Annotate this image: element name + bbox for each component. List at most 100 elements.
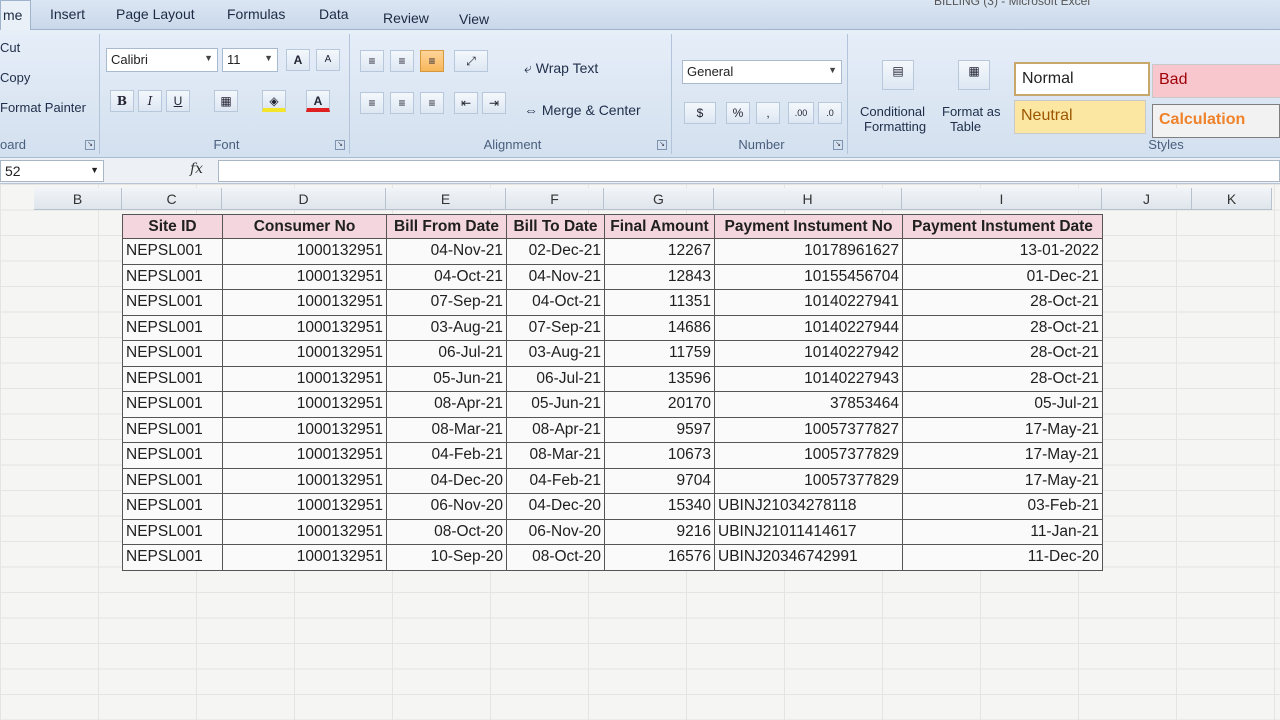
table-cell[interactable]: 28-Oct-21 bbox=[902, 289, 1103, 316]
table-cell[interactable]: 1000132951 bbox=[222, 340, 387, 367]
table-cell[interactable]: 9704 bbox=[604, 467, 715, 494]
borders-icon[interactable]: ▦ bbox=[214, 90, 238, 112]
table-cell[interactable]: 05-Jun-21 bbox=[386, 365, 507, 392]
table-cell[interactable]: NEPSL001 bbox=[122, 314, 223, 341]
table-cell[interactable]: 1000132951 bbox=[222, 365, 387, 392]
table-cell[interactable]: 10-Sep-20 bbox=[386, 544, 507, 571]
table-cell[interactable]: 37853464 bbox=[714, 391, 903, 418]
table-cell[interactable]: 1000132951 bbox=[222, 442, 387, 469]
table-cell[interactable]: 06-Nov-20 bbox=[386, 493, 507, 520]
table-cell[interactable]: NEPSL001 bbox=[122, 289, 223, 316]
wrap-text-button[interactable]: ⤶ Wrap Text bbox=[524, 60, 598, 77]
cut-button[interactable]: Cut bbox=[0, 40, 20, 55]
header-cell[interactable]: Site ID bbox=[122, 214, 223, 239]
header-cell[interactable]: Bill To Date bbox=[506, 214, 605, 239]
table-cell[interactable]: 11-Jan-21 bbox=[902, 518, 1103, 545]
table-cell[interactable]: NEPSL001 bbox=[122, 467, 223, 494]
tab-page-layout[interactable]: Page Layout bbox=[116, 6, 195, 22]
table-cell[interactable]: 9216 bbox=[604, 518, 715, 545]
table-cell[interactable]: 10673 bbox=[604, 442, 715, 469]
table-cell[interactable]: 16576 bbox=[604, 544, 715, 571]
table-cell[interactable]: 04-Feb-21 bbox=[386, 442, 507, 469]
table-cell[interactable]: 08-Mar-21 bbox=[506, 442, 605, 469]
table-cell[interactable]: 11759 bbox=[604, 340, 715, 367]
column-header-b[interactable]: B bbox=[34, 188, 122, 210]
table-cell[interactable]: 06-Nov-20 bbox=[506, 518, 605, 545]
header-cell[interactable]: Final Amount bbox=[604, 214, 715, 239]
table-cell[interactable]: 11-Dec-20 bbox=[902, 544, 1103, 571]
column-header-j[interactable]: J bbox=[1102, 188, 1192, 210]
table-cell[interactable]: 28-Oct-21 bbox=[902, 340, 1103, 367]
table-cell[interactable]: 1000132951 bbox=[222, 416, 387, 443]
header-cell[interactable]: Payment Instument Date bbox=[902, 214, 1103, 239]
table-cell[interactable]: NEPSL001 bbox=[122, 365, 223, 392]
table-cell[interactable]: NEPSL001 bbox=[122, 340, 223, 367]
merge-center-button[interactable]: ⇔ Merge & Center bbox=[524, 102, 641, 118]
table-cell[interactable]: 13-01-2022 bbox=[902, 238, 1103, 265]
table-cell[interactable]: 04-Nov-21 bbox=[386, 238, 507, 265]
table-cell[interactable]: NEPSL001 bbox=[122, 518, 223, 545]
table-cell[interactable]: 10057377829 bbox=[714, 442, 903, 469]
table-cell[interactable]: 03-Feb-21 bbox=[902, 493, 1103, 520]
copy-button[interactable]: Copy bbox=[0, 70, 30, 85]
table-cell[interactable]: 10140227943 bbox=[714, 365, 903, 392]
table-cell[interactable]: 04-Dec-20 bbox=[386, 467, 507, 494]
column-header-e[interactable]: E bbox=[386, 188, 506, 210]
fill-color-icon[interactable]: ◈ bbox=[262, 90, 286, 112]
table-cell[interactable]: 10140227942 bbox=[714, 340, 903, 367]
table-cell[interactable]: 04-Nov-21 bbox=[506, 263, 605, 290]
table-cell[interactable]: 17-May-21 bbox=[902, 442, 1103, 469]
number-format-select[interactable]: General ▼ bbox=[682, 60, 842, 84]
header-cell[interactable]: Consumer No bbox=[222, 214, 387, 239]
style-neutral[interactable]: Neutral bbox=[1014, 100, 1146, 134]
alignment-launcher-icon[interactable]: ↘ bbox=[657, 140, 667, 150]
align-middle-icon[interactable]: ≡ bbox=[390, 50, 414, 72]
table-cell[interactable]: 08-Apr-21 bbox=[386, 391, 507, 418]
table-cell[interactable]: 1000132951 bbox=[222, 518, 387, 545]
name-box[interactable]: 52 ▼ bbox=[0, 160, 104, 182]
bold-button[interactable]: B bbox=[110, 90, 134, 112]
table-cell[interactable]: 11351 bbox=[604, 289, 715, 316]
table-cell[interactable]: 28-Oct-21 bbox=[902, 365, 1103, 392]
align-right-icon[interactable]: ≡ bbox=[420, 92, 444, 114]
table-cell[interactable]: 9597 bbox=[604, 416, 715, 443]
table-cell[interactable]: UBINJ20346742991 bbox=[714, 544, 903, 571]
table-cell[interactable]: 08-Apr-21 bbox=[506, 416, 605, 443]
table-cell[interactable]: 1000132951 bbox=[222, 289, 387, 316]
tab-view[interactable]: View bbox=[459, 11, 489, 27]
font-size-select[interactable]: 11 ▼ bbox=[222, 48, 278, 72]
increase-indent-icon[interactable]: ⇥ bbox=[482, 92, 506, 114]
style-bad[interactable]: Bad bbox=[1152, 64, 1280, 98]
table-cell[interactable]: 01-Dec-21 bbox=[902, 263, 1103, 290]
table-cell[interactable]: 12267 bbox=[604, 238, 715, 265]
orientation-icon[interactable]: ⤢ bbox=[454, 50, 488, 72]
comma-button[interactable]: , bbox=[756, 102, 780, 124]
table-cell[interactable]: 06-Jul-21 bbox=[506, 365, 605, 392]
tab-formulas[interactable]: Formulas bbox=[227, 6, 285, 22]
style-calculation[interactable]: Calculation bbox=[1152, 104, 1280, 138]
underline-button[interactable]: U bbox=[166, 90, 190, 112]
column-header-f[interactable]: F bbox=[506, 188, 604, 210]
conditional-formatting-button[interactable]: Conditional Formatting bbox=[860, 104, 926, 134]
table-cell[interactable]: 05-Jun-21 bbox=[506, 391, 605, 418]
column-header-c[interactable]: C bbox=[122, 188, 222, 210]
header-cell[interactable]: Bill From Date bbox=[386, 214, 507, 239]
column-header-g[interactable]: G bbox=[604, 188, 714, 210]
table-cell[interactable]: 10057377827 bbox=[714, 416, 903, 443]
table-cell[interactable]: 04-Dec-20 bbox=[506, 493, 605, 520]
table-cell[interactable]: NEPSL001 bbox=[122, 391, 223, 418]
header-cell[interactable]: Payment Instument No bbox=[714, 214, 903, 239]
table-cell[interactable]: NEPSL001 bbox=[122, 493, 223, 520]
table-cell[interactable]: 04-Oct-21 bbox=[386, 263, 507, 290]
table-cell[interactable]: 15340 bbox=[604, 493, 715, 520]
table-cell[interactable]: 10140227944 bbox=[714, 314, 903, 341]
table-cell[interactable]: 03-Aug-21 bbox=[506, 340, 605, 367]
font-launcher-icon[interactable]: ↘ bbox=[335, 140, 345, 150]
table-cell[interactable]: 03-Aug-21 bbox=[386, 314, 507, 341]
table-cell[interactable]: 1000132951 bbox=[222, 314, 387, 341]
table-cell[interactable]: 02-Dec-21 bbox=[506, 238, 605, 265]
style-normal[interactable]: Normal bbox=[1014, 62, 1150, 96]
number-launcher-icon[interactable]: ↘ bbox=[833, 140, 843, 150]
increase-decimal-button[interactable]: .00 bbox=[788, 102, 814, 124]
table-cell[interactable]: 1000132951 bbox=[222, 493, 387, 520]
